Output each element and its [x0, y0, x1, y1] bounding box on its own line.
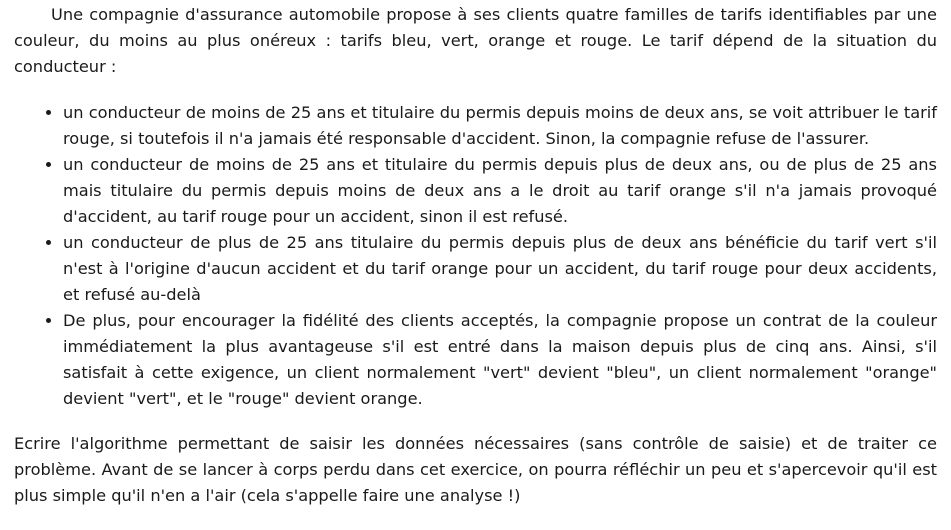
intro-paragraph: Une compagnie d'assurance automobile pro…	[14, 5, 937, 76]
list-item: un conducteur de moins de 25 ans et titu…	[63, 152, 937, 230]
list-item: un conducteur de moins de 25 ans et titu…	[63, 100, 937, 152]
rules-list: un conducteur de moins de 25 ans et titu…	[14, 100, 937, 412]
list-item: un conducteur de plus de 25 ans titulair…	[63, 230, 937, 308]
exercise-document: Une compagnie d'assurance automobile pro…	[0, 0, 951, 530]
list-item: De plus, pour encourager la fidélité des…	[63, 308, 937, 412]
instruction-paragraph: Ecrire l'algorithme permettant de saisir…	[14, 434, 937, 505]
